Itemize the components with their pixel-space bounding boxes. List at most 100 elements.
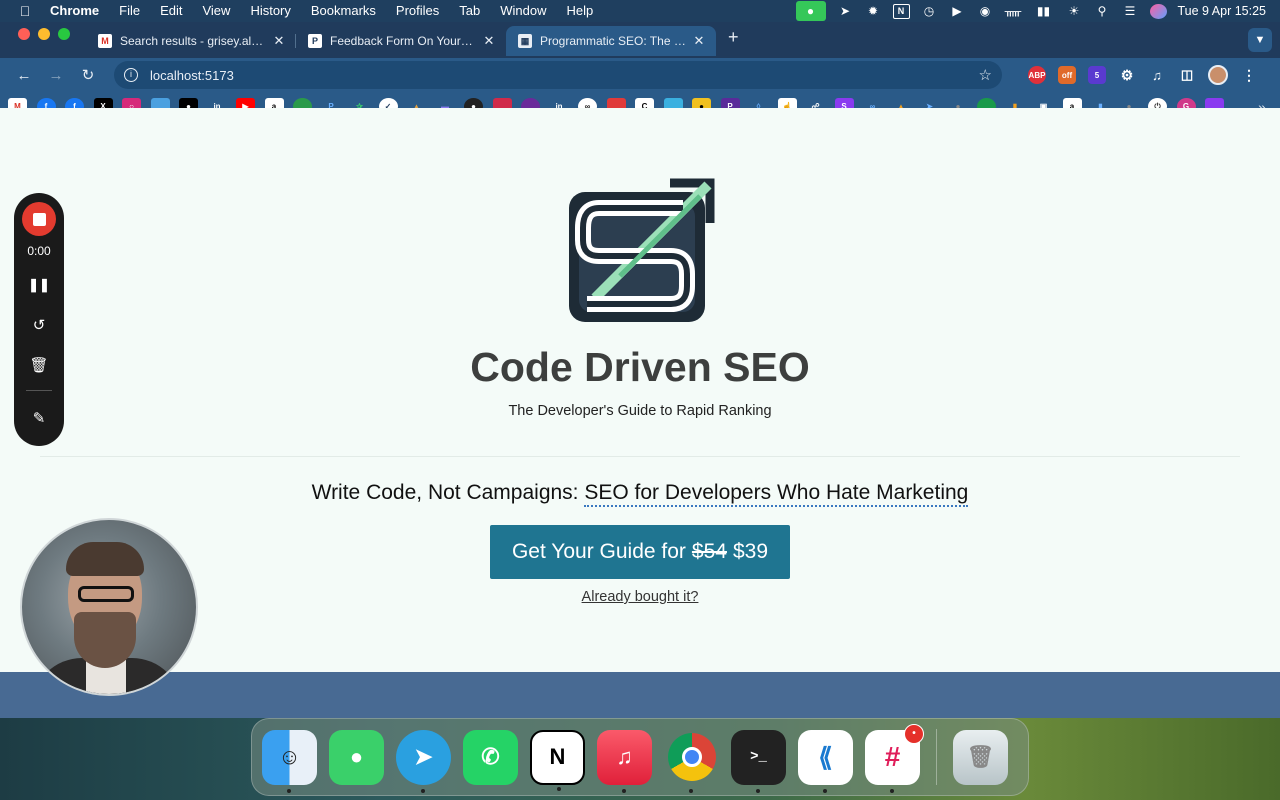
trash-icon[interactable]: 🗑: [26, 352, 52, 378]
menu-tab[interactable]: Tab: [449, 0, 490, 22]
search-icon[interactable]: ⚲: [1094, 4, 1111, 19]
menu-history[interactable]: History: [240, 0, 300, 22]
menubar-tray: ● ➤ ✹ N ◷ ▶ ◉ ᚅ ▮▮ ☀ ⚲ ☰ Tue 9 Apr 15:25: [795, 1, 1280, 21]
running-indicator: [890, 788, 894, 793]
control-center-icon[interactable]: ☰: [1122, 4, 1139, 19]
settings-icon[interactable]: ✹: [865, 4, 882, 19]
puzzle-extensions-icon[interactable]: ⚙: [1118, 66, 1136, 84]
bookmark-star-icon[interactable]: ☆: [979, 66, 992, 84]
facetime-icon[interactable]: ●: [795, 1, 826, 21]
messages-icon[interactable]: ●: [329, 729, 384, 785]
menu-edit[interactable]: Edit: [150, 0, 192, 22]
recorder-separator: [26, 390, 52, 391]
extensions-area: ABP off 5 ⚙ ♫ ◫ ⋮: [1028, 65, 1258, 85]
telegram-icon[interactable]: ➤: [396, 729, 451, 793]
chrome-icon[interactable]: [664, 730, 719, 793]
menu-view[interactable]: View: [192, 0, 240, 22]
trash-icon[interactable]: 🗑: [953, 729, 1008, 785]
close-tab-icon[interactable]: ✕: [272, 33, 286, 49]
slack-icon[interactable]: # •: [865, 723, 924, 793]
webcam-hair: [66, 542, 144, 576]
side-panel-icon[interactable]: ◫: [1178, 66, 1196, 84]
apple-icon[interactable]: : [16, 4, 34, 18]
reload-icon[interactable]: ↻: [74, 61, 102, 89]
browser-toolbar: ← → ↻ i localhost:5173 ☆ ABP off 5 ⚙ ♫ ◫…: [0, 58, 1280, 92]
chrome-logo: [667, 733, 716, 781]
close-tab-icon[interactable]: ✕: [482, 33, 496, 49]
menubar-clock[interactable]: Tue 9 Apr 15:25: [1178, 4, 1267, 18]
tab-title: Search results - grisey.alexan: [120, 34, 266, 48]
tab-gmail[interactable]: M Search results - grisey.alexan ✕: [86, 26, 296, 56]
cta-old-price: $54: [691, 540, 727, 563]
stop-recording-button[interactable]: [22, 202, 56, 236]
pause-icon[interactable]: ❚❚: [26, 272, 52, 298]
tab-programmatic-seo[interactable]: ▦ Programmatic SEO: The Deve ✕: [506, 26, 716, 56]
browser-menu-icon[interactable]: ⋮: [1240, 66, 1258, 84]
address-url[interactable]: localhost:5173: [150, 68, 979, 83]
menu-app-name[interactable]: Chrome: [44, 0, 109, 22]
tab-title: Feedback Form On Your Webs: [330, 34, 476, 48]
recording-timer: 0:00: [27, 244, 51, 258]
running-indicator: [287, 788, 291, 793]
close-window-button[interactable]: [18, 28, 30, 40]
menu-help[interactable]: Help: [557, 0, 604, 22]
menu-bookmarks[interactable]: Bookmarks: [301, 0, 386, 22]
tab-feedback[interactable]: P Feedback Form On Your Webs ✕: [296, 26, 506, 56]
back-arrow-icon[interactable]: ←: [10, 61, 38, 89]
cta-new-price: $39: [732, 540, 769, 563]
media-controls-icon[interactable]: ♫: [1148, 66, 1166, 84]
zoom-window-button[interactable]: [58, 28, 70, 40]
hero-headline: Write Code, Not Campaigns: SEO for Devel…: [0, 481, 1280, 507]
finder-icon[interactable]: ☺: [262, 729, 317, 793]
tab-strip: M Search results - grisey.alexan ✕ P Fee…: [0, 22, 1280, 58]
bluetooth-icon[interactable]: ᚅ: [1005, 4, 1022, 19]
webcam-bubble[interactable]: [20, 518, 198, 696]
stop-icon: [32, 212, 46, 226]
site-info-icon[interactable]: i: [124, 68, 138, 82]
code-driven-seo-logo: [569, 178, 715, 322]
running-indicator: [823, 788, 827, 793]
webcam-glasses: [78, 586, 134, 602]
chrome-logo-center: [681, 747, 702, 767]
notion-icon[interactable]: N: [530, 729, 585, 791]
terminal-icon[interactable]: >_: [731, 729, 786, 793]
clock-icon[interactable]: ◷: [921, 4, 938, 19]
screen-recorder-panel: 0:00 ❚❚ ↺ 🗑 ✎: [14, 193, 64, 446]
seo-icon: ▦: [518, 34, 532, 48]
off-extension-icon[interactable]: off: [1058, 66, 1076, 84]
section-divider: [40, 456, 1240, 457]
battery-icon[interactable]: ▮▮: [1033, 4, 1055, 19]
feedback-icon: P: [308, 34, 322, 48]
vscode-icon[interactable]: ⟪: [798, 729, 853, 793]
notion-icon[interactable]: N: [892, 3, 910, 19]
window-controls: [0, 28, 86, 52]
menu-file[interactable]: File: [109, 0, 150, 22]
menu-window[interactable]: Window: [490, 0, 556, 22]
get-guide-button[interactable]: Get Your Guide for $54 $39: [490, 525, 790, 579]
dock-separator: [936, 729, 937, 785]
macos-dock: ☺ ● ➤ ✆ N ♫ >_ ⟪ # • 🗑: [251, 718, 1029, 796]
minimize-window-button[interactable]: [38, 28, 50, 40]
running-indicator: [557, 786, 561, 791]
tab-search-chevron-icon[interactable]: ▼: [1248, 28, 1272, 52]
airpods-icon[interactable]: ◉: [977, 4, 994, 19]
telegram-icon[interactable]: ➤: [837, 4, 854, 19]
new-tab-button[interactable]: +: [716, 27, 751, 54]
adblock-extension-icon[interactable]: ABP: [1028, 66, 1046, 84]
close-tab-icon[interactable]: ✕: [692, 33, 706, 49]
pencil-icon[interactable]: ✎: [26, 405, 52, 431]
restart-icon[interactable]: ↺: [26, 312, 52, 338]
address-bar[interactable]: i localhost:5173 ☆: [114, 61, 1002, 89]
wifi-icon[interactable]: ☀: [1066, 4, 1083, 19]
grad-extension-icon[interactable]: 5: [1088, 66, 1106, 84]
menu-profiles[interactable]: Profiles: [386, 0, 449, 22]
page-footer-band: [0, 672, 1280, 718]
profile-avatar[interactable]: [1208, 65, 1228, 85]
music-icon[interactable]: ♫: [597, 729, 652, 793]
forward-arrow-icon[interactable]: →: [42, 61, 70, 89]
siri-icon[interactable]: [1149, 3, 1167, 19]
whatsapp-icon[interactable]: ✆: [463, 729, 518, 785]
running-indicator: [622, 788, 626, 793]
running-indicator: [689, 788, 693, 793]
play-icon[interactable]: ▶: [949, 4, 966, 19]
